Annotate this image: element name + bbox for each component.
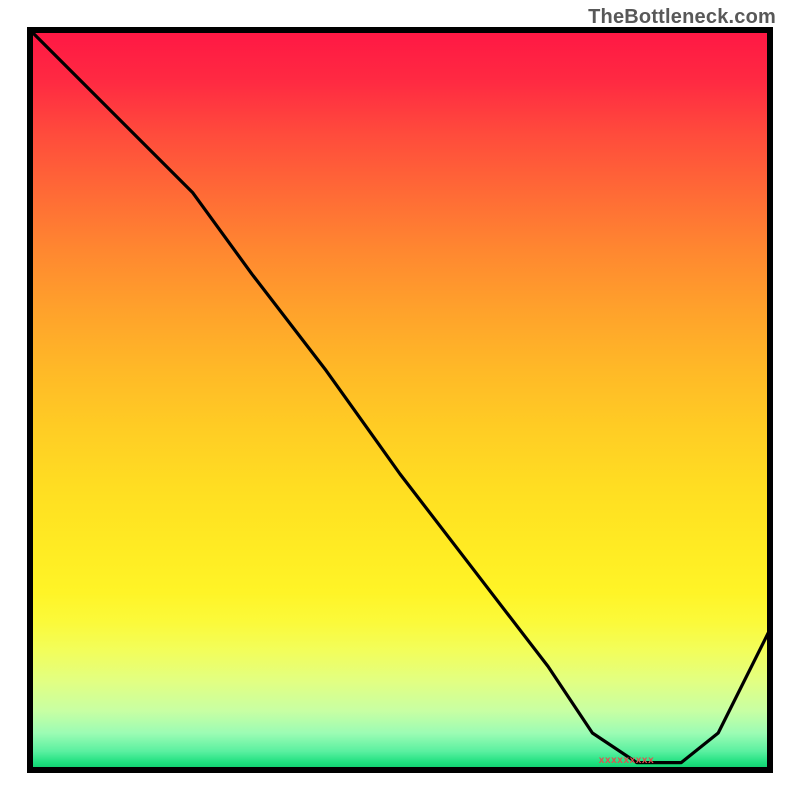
series-line: [30, 30, 770, 763]
watermark-text: TheBottleneck.com: [588, 6, 776, 29]
valley-marker-label: xxxxxxxxx: [599, 755, 654, 766]
chart-container: TheBottleneck.com xxxxxxxxx: [0, 0, 800, 800]
chart-line-layer: [30, 30, 770, 770]
